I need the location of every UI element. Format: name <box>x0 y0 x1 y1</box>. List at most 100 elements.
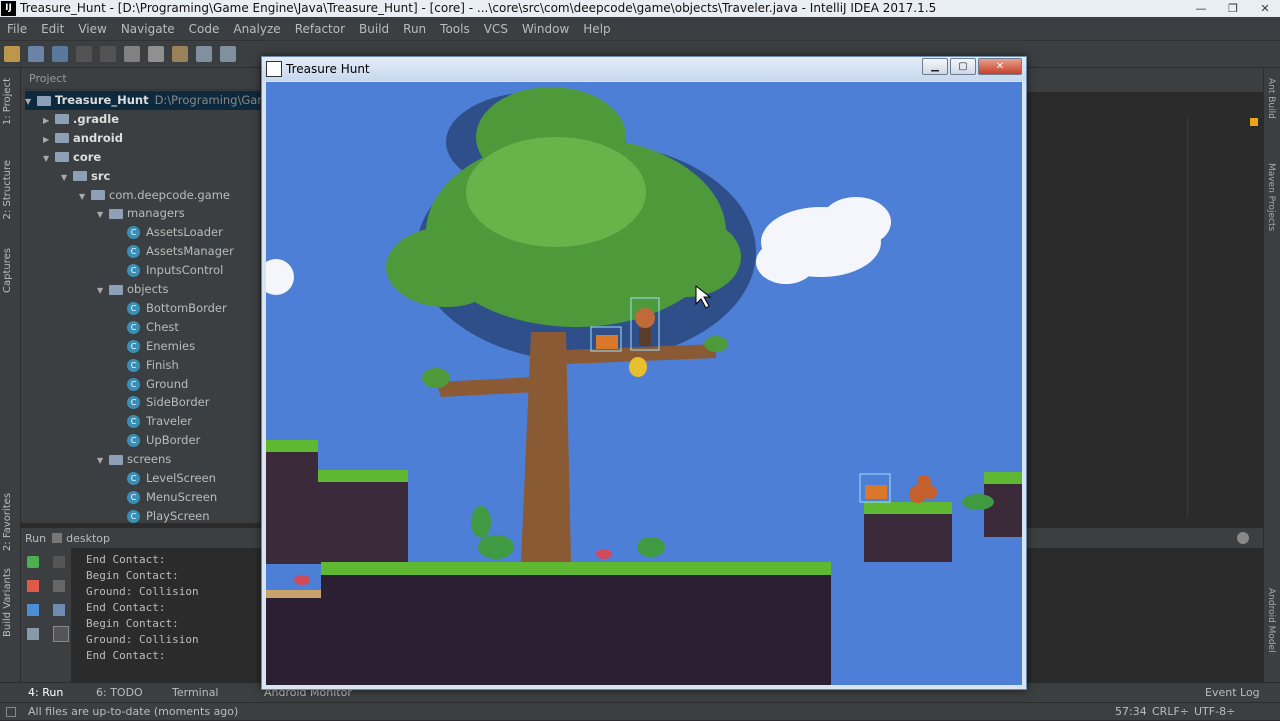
tab-structure[interactable]: 2: Structure <box>2 160 13 219</box>
collapse-arrow-icon[interactable]: ▼ <box>97 205 109 224</box>
save-icon[interactable] <box>28 46 44 62</box>
collapse-arrow-icon[interactable]: ▼ <box>25 92 37 111</box>
cursor-position[interactable]: 57:34 <box>1115 703 1147 721</box>
replace-icon[interactable] <box>220 46 236 62</box>
minimize-icon[interactable]: — <box>1192 0 1210 17</box>
up-icon[interactable] <box>53 556 65 568</box>
tab-favorites[interactable]: 2: Favorites <box>2 493 13 551</box>
collapse-arrow-icon[interactable]: ▼ <box>97 451 109 470</box>
menu-code[interactable]: Code <box>182 22 227 36</box>
sync-icon[interactable] <box>52 46 68 62</box>
close-icon[interactable]: ✕ <box>1256 0 1274 17</box>
warning-marker-icon[interactable] <box>1250 118 1258 126</box>
class-icon: C <box>127 339 140 353</box>
tree-item-com-deepcode-game[interactable]: ▼ com.deepcode.game <box>79 186 260 205</box>
menu-window[interactable]: Window <box>515 22 576 36</box>
collapse-arrow-icon[interactable]: ▼ <box>97 281 109 300</box>
menu-tools[interactable]: Tools <box>433 22 477 36</box>
console-output[interactable]: End Contact: Begin Contact: Ground: Collis… <box>86 552 199 664</box>
file-encoding[interactable]: UTF-8÷ <box>1194 703 1235 721</box>
tree-item-chest[interactable]: C Chest <box>115 318 260 337</box>
menu-help[interactable]: Help <box>576 22 617 36</box>
tree-item-assetsloader[interactable]: C AssetsLoader <box>115 223 260 242</box>
game-maximize-icon[interactable]: ▢ <box>950 58 976 75</box>
down-icon[interactable] <box>53 580 65 592</box>
back-icon[interactable] <box>76 46 92 62</box>
tab-terminal[interactable]: Terminal <box>172 683 219 703</box>
status-toggle-icon[interactable] <box>6 707 16 717</box>
tree-item-screens[interactable]: ▼ screens <box>97 450 260 469</box>
maximize-icon[interactable]: ❐ <box>1224 0 1242 17</box>
mushroom-sprite <box>596 549 612 559</box>
line-separator[interactable]: CRLF÷ <box>1152 703 1189 721</box>
tree-item-upborder[interactable]: C UpBorder <box>115 431 260 450</box>
tree-item-src[interactable]: ▼ src <box>61 167 260 186</box>
tab-event-log[interactable]: Event Log <box>1205 683 1260 703</box>
forward-icon[interactable] <box>100 46 116 62</box>
menu-view[interactable]: View <box>71 22 113 36</box>
wrap-icon[interactable] <box>53 604 65 616</box>
tab-ant-build[interactable]: Ant Build <box>1266 78 1276 119</box>
gear-icon[interactable] <box>1237 532 1249 544</box>
collapse-arrow-icon[interactable]: ▼ <box>61 168 73 187</box>
tree-item-sideborder[interactable]: C SideBorder <box>115 393 260 412</box>
find-icon[interactable] <box>196 46 212 62</box>
expand-arrow-icon[interactable]: ▶ <box>43 130 55 149</box>
menu-file[interactable]: File <box>0 22 34 36</box>
tree-item-ground[interactable]: C Ground <box>115 375 260 394</box>
game-canvas[interactable] <box>266 82 1022 685</box>
tab-android-model[interactable]: Android Model <box>1266 588 1276 653</box>
class-icon: C <box>127 358 140 372</box>
tab-captures[interactable]: Captures <box>2 248 13 293</box>
tab-run[interactable]: 4: Run <box>28 683 63 703</box>
menu-edit[interactable]: Edit <box>34 22 71 36</box>
game-close-icon[interactable]: ✕ <box>978 58 1022 75</box>
tree-item-menuscreen[interactable]: C MenuScreen <box>115 488 260 507</box>
tree-item-assetsmanager[interactable]: C AssetsManager <box>115 242 260 261</box>
tree-item-treasure-hunt[interactable]: ▼ Treasure_Hunt D:\Programing\Game E <box>25 91 287 111</box>
menu-refactor[interactable]: Refactor <box>288 22 352 36</box>
menu-run[interactable]: Run <box>396 22 433 36</box>
scroll-end-icon[interactable] <box>53 626 69 642</box>
rerun-icon[interactable] <box>27 556 39 568</box>
tab-build-variants[interactable]: Build Variants <box>2 568 13 637</box>
menu-analyze[interactable]: Analyze <box>226 22 287 36</box>
camera-icon[interactable] <box>27 628 39 640</box>
tree-item--gradle[interactable]: ▶ .gradle <box>43 110 260 129</box>
tab-maven-projects[interactable]: Maven Projects <box>1266 163 1276 231</box>
pause-icon[interactable] <box>27 604 39 616</box>
game-window[interactable]: Treasure Hunt ▁ ▢ ✕ <box>261 56 1027 690</box>
tab-project[interactable]: 1: Project <box>2 78 13 125</box>
menu-build[interactable]: Build <box>352 22 396 36</box>
game-titlebar[interactable]: Treasure Hunt ▁ ▢ ✕ <box>262 57 1026 81</box>
tree-item-traveler[interactable]: C Traveler <box>115 412 260 431</box>
tree-item-playscreen[interactable]: C PlayScreen <box>115 507 260 526</box>
tree-item-managers[interactable]: ▼ managers <box>97 204 260 223</box>
tree-item-finish[interactable]: C Finish <box>115 356 260 375</box>
tree-item-core[interactable]: ▼ core <box>43 148 260 167</box>
tree-item-label: AssetsManager <box>146 244 234 259</box>
tree-item-android[interactable]: ▶ android <box>43 129 260 148</box>
menu-navigate[interactable]: Navigate <box>114 22 182 36</box>
copy-icon[interactable] <box>148 46 164 62</box>
plant-island <box>962 494 994 510</box>
collapse-arrow-icon[interactable]: ▼ <box>79 187 91 206</box>
project-label[interactable]: Project <box>29 72 67 85</box>
paste-icon[interactable] <box>172 46 188 62</box>
open-folder-icon[interactable] <box>4 46 20 62</box>
menu-vcs[interactable]: VCS <box>477 22 515 36</box>
code-editor[interactable] <box>1027 92 1263 523</box>
game-minimize-icon[interactable]: ▁ <box>922 58 948 75</box>
tree-item-bottomborder[interactable]: C BottomBorder <box>115 299 260 318</box>
tab-todo[interactable]: 6: TODO <box>96 683 143 703</box>
class-icon: C <box>127 320 140 334</box>
tree-item-inputscontrol[interactable]: C InputsControl <box>115 261 260 280</box>
collapse-arrow-icon[interactable]: ▼ <box>43 149 55 168</box>
tree-item-label: Chest <box>146 319 179 334</box>
tree-item-enemies[interactable]: C Enemies <box>115 337 260 356</box>
expand-arrow-icon[interactable]: ▶ <box>43 111 55 130</box>
stop-icon[interactable] <box>27 580 39 592</box>
cut-icon[interactable] <box>124 46 140 62</box>
tree-item-objects[interactable]: ▼ objects <box>97 280 260 299</box>
tree-item-levelscreen[interactable]: C LevelScreen <box>115 469 260 488</box>
